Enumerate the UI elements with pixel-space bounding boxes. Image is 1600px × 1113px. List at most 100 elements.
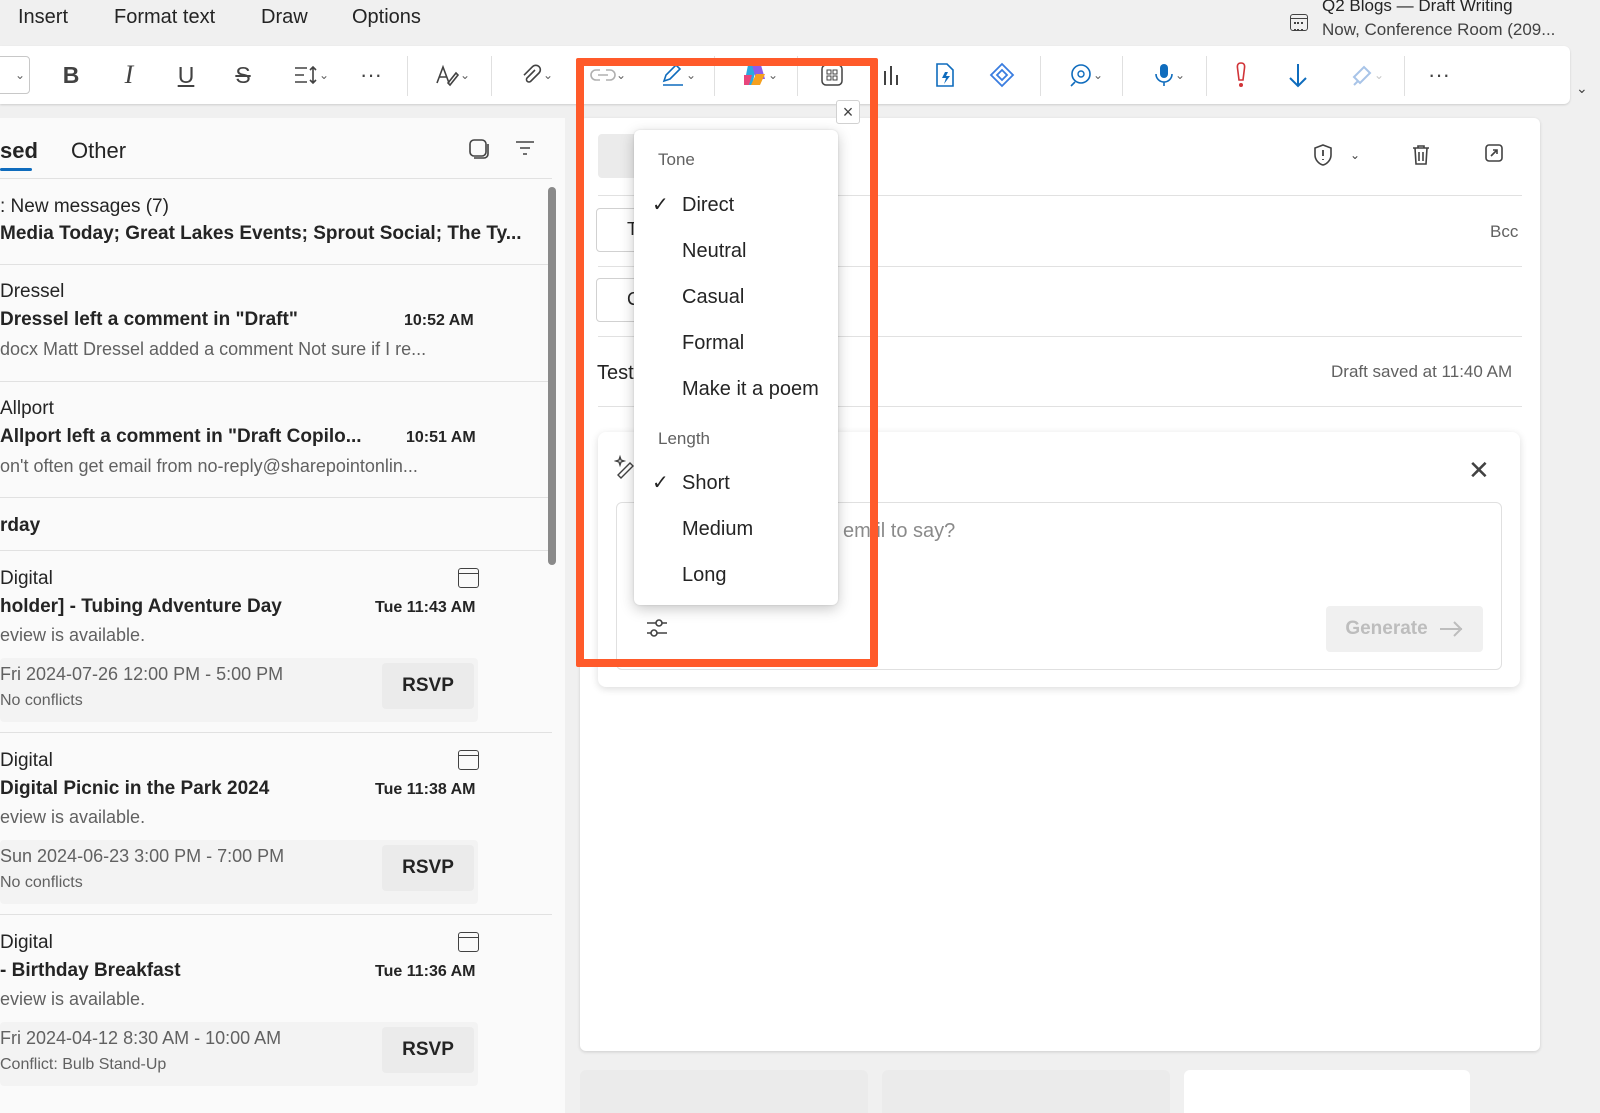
event-date: Fri 2024-07-26 12:00 PM - 5:00 PM xyxy=(0,664,284,684)
text-style-icon xyxy=(436,64,460,87)
insights-button[interactable] xyxy=(878,46,906,104)
link-button[interactable]: ⌄ xyxy=(582,46,634,104)
menu-item-long[interactable]: Long xyxy=(634,554,838,598)
trash-icon[interactable] xyxy=(1410,143,1432,173)
paragraph-spacing-button[interactable]: ⌄ xyxy=(285,46,337,104)
copilot-button[interactable]: ⌄ xyxy=(733,46,785,104)
immersive-reader-button[interactable]: ⌄ xyxy=(1058,46,1112,104)
italic-button[interactable]: I xyxy=(116,46,142,104)
tab-other[interactable]: Other xyxy=(71,138,126,164)
draft-tab-stub[interactable] xyxy=(1184,1070,1470,1113)
underline-button[interactable]: U xyxy=(173,46,199,104)
list-item[interactable]: : New messages (7) Media Today; Great La… xyxy=(0,180,552,266)
styles-button[interactable]: ⌄ xyxy=(426,46,478,104)
rsvp-button[interactable]: RSVP xyxy=(382,1027,474,1073)
more-options-button[interactable]: ··· xyxy=(1424,46,1454,104)
menu-item-poem[interactable]: Make it a poem xyxy=(634,368,838,412)
pop-out-icon[interactable] xyxy=(1484,143,1504,169)
item-sender: : New messages (7) xyxy=(0,196,169,217)
format-painter-button[interactable]: ⌄ xyxy=(1340,46,1394,104)
item-subject: Digital Picnic in the Park 2024 xyxy=(0,778,270,799)
arrow-down-icon xyxy=(1289,64,1307,88)
list-item[interactable]: Digital Digital Picnic in the Park 2024 … xyxy=(0,734,552,914)
apps-grid-icon xyxy=(821,64,843,86)
menu-insert[interactable]: Insert xyxy=(18,6,68,29)
chat-search-icon xyxy=(1070,64,1091,87)
exclamation-icon xyxy=(1236,62,1246,87)
remove-recipient-close-icon[interactable]: × xyxy=(836,100,860,124)
menu-item-short[interactable]: ✓ Short xyxy=(634,462,838,506)
menu-draw[interactable]: Draw xyxy=(261,6,308,29)
apps-button[interactable] xyxy=(816,46,848,104)
item-time: Tue 11:36 AM xyxy=(375,963,476,980)
dictate-button[interactable]: ⌄ xyxy=(1142,46,1196,104)
item-preview: docx Matt Dressel added a comment Not su… xyxy=(0,339,427,359)
rsvp-button[interactable]: RSVP xyxy=(382,663,474,709)
item-sender: Digital xyxy=(0,568,53,589)
copilot-prompt-placeholder: em il to say? xyxy=(843,520,956,542)
item-time: 10:52 AM xyxy=(404,312,474,329)
date-group-header: rday xyxy=(0,515,41,536)
list-item[interactable]: Digital holder] - Tubing Adventure Day T… xyxy=(0,552,552,732)
list-item[interactable]: Allport Allport left a comment in "Draft… xyxy=(0,383,552,499)
menu-options[interactable]: Options xyxy=(352,6,421,29)
menu-item-direct[interactable]: ✓ Direct xyxy=(634,184,838,228)
rsvp-button[interactable]: RSVP xyxy=(382,845,474,891)
menu-item-neutral[interactable]: Neutral xyxy=(634,230,838,274)
menu-item-casual[interactable]: Casual xyxy=(634,276,838,320)
strikethrough-button[interactable]: S xyxy=(230,46,256,104)
menu-item-formal[interactable]: Formal xyxy=(634,322,838,366)
attach-button[interactable]: ⌄ xyxy=(510,46,562,104)
checkmark-icon: ✓ xyxy=(652,194,669,216)
tab-focused[interactable]: sed xyxy=(0,138,38,164)
chevron-down-icon: ⌄ xyxy=(1174,68,1186,82)
draft-tab-stub[interactable] xyxy=(882,1070,1170,1113)
select-messages-icon[interactable] xyxy=(468,138,490,165)
signature-button[interactable]: ⌄ xyxy=(652,46,704,104)
item-subject: Allport left a comment in "Draft Copilo.… xyxy=(0,426,362,447)
item-time: 10:51 AM xyxy=(406,429,476,446)
menu-item-label: Neutral xyxy=(682,240,747,262)
menu-format-text[interactable]: Format text xyxy=(114,6,215,29)
chevron-down-icon[interactable]: ⌄ xyxy=(1350,148,1360,162)
meeting-subtitle[interactable]: Now, Conference Room (209... xyxy=(1322,20,1555,40)
draft-tab-stub[interactable] xyxy=(580,1070,868,1113)
bcc-button[interactable]: Bcc xyxy=(1490,222,1518,242)
ribbon-toolbar: ⌄ B I U S ⌄ ··· ⌄ ⌄ ⌄ ⌄ ⌄ ⌄ ⌄ ⌄ ··· xyxy=(0,46,1570,104)
quick-doc-button[interactable] xyxy=(930,46,960,104)
menu-item-medium[interactable]: Medium xyxy=(634,508,838,552)
list-item[interactable]: Dressel Dressel left a comment in "Draft… xyxy=(0,266,552,382)
item-subject: holder] - Tubing Adventure Day xyxy=(0,596,282,617)
list-item[interactable]: Digital - Birthday Breakfast Tue 11:36 A… xyxy=(0,916,552,1096)
filter-icon[interactable] xyxy=(514,138,536,163)
collapse-ribbon-chevron-icon[interactable]: ⌄ xyxy=(1576,80,1588,97)
chevron-down-icon: ⌄ xyxy=(685,68,697,82)
font-size-dropdown[interactable]: ⌄ xyxy=(0,56,30,94)
mail-list-scrollbar[interactable] xyxy=(548,187,556,565)
chevron-down-icon: ⌄ xyxy=(459,68,471,82)
document-lightning-icon xyxy=(936,63,954,87)
generate-button[interactable]: Generate xyxy=(1326,606,1483,652)
loop-button[interactable] xyxy=(986,46,1018,104)
subject-field[interactable]: Test xyxy=(597,362,634,385)
sensitivity-shield-icon[interactable] xyxy=(1312,143,1334,173)
calendar-icon xyxy=(458,932,479,952)
item-subject: Dressel left a comment in "Draft" xyxy=(0,309,298,330)
low-importance-button[interactable] xyxy=(1284,46,1312,104)
bar-chart-icon xyxy=(884,66,898,85)
menu-item-label: Casual xyxy=(682,286,745,308)
item-time: Tue 11:43 AM xyxy=(375,599,476,616)
bold-button[interactable]: B xyxy=(58,46,84,104)
chevron-down-icon: ⌄ xyxy=(1373,68,1385,82)
tone-header: Tone xyxy=(658,150,695,169)
menu-item-label: Direct xyxy=(682,194,735,216)
sliders-icon[interactable] xyxy=(645,616,669,640)
draft-saved-status: Draft saved at 11:40 AM xyxy=(1331,362,1513,381)
high-importance-button[interactable] xyxy=(1228,46,1254,104)
menu-item-label: Long xyxy=(682,564,727,586)
more-format-button[interactable]: ··· xyxy=(356,46,386,104)
close-icon[interactable]: ✕ xyxy=(1468,455,1490,486)
chevron-down-icon: ⌄ xyxy=(767,68,779,82)
menu-item-label: Make it a poem xyxy=(682,378,819,400)
meeting-title[interactable]: Q2 Blogs — Draft Writing xyxy=(1322,0,1513,16)
